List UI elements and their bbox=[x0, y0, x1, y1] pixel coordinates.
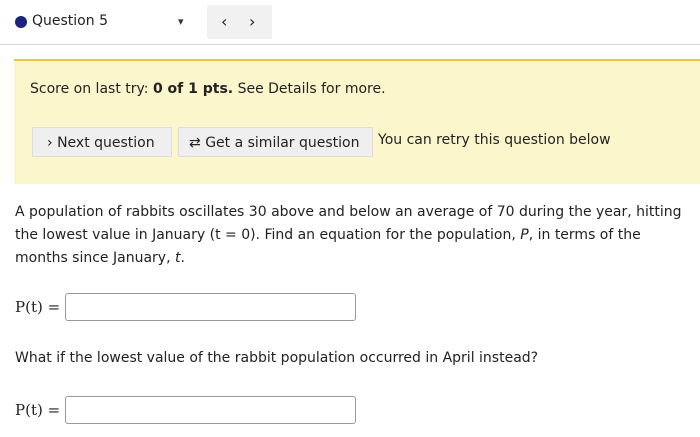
answer2-input[interactable] bbox=[65, 396, 356, 424]
chevron-right-icon: › bbox=[47, 135, 53, 151]
question-title[interactable]: Question 5 bbox=[32, 13, 108, 29]
previous-question-icon[interactable]: ‹ bbox=[221, 12, 227, 31]
problem-statement: A population of rabbits oscillates 30 ab… bbox=[15, 201, 687, 270]
similar-question-button[interactable]: ⇄ Get a similar question bbox=[178, 127, 373, 157]
question-header: Question 5 ▾ ‹ › bbox=[0, 0, 700, 45]
refresh-icon: ⇄ bbox=[189, 135, 201, 151]
next-question-button[interactable]: › Next question bbox=[32, 127, 172, 157]
question-status-dot bbox=[15, 16, 27, 28]
score-text: Score on last try: 0 of 1 pts. See Detai… bbox=[30, 81, 386, 97]
follow-up-question: What if the lowest value of the rabbit p… bbox=[15, 350, 539, 366]
question-nav: ‹ › bbox=[207, 5, 272, 39]
answer2-label: P(t) = bbox=[15, 401, 61, 419]
chevron-down-icon[interactable]: ▾ bbox=[178, 15, 184, 28]
next-question-icon[interactable]: › bbox=[249, 12, 255, 31]
score-prefix: Score on last try: bbox=[30, 81, 153, 97]
problem-var-P: P bbox=[520, 227, 529, 243]
score-suffix: See Details for more. bbox=[233, 81, 386, 97]
next-question-label: Next question bbox=[57, 135, 155, 151]
similar-question-label: Get a similar question bbox=[205, 135, 360, 151]
answer1-label: P(t) = bbox=[15, 298, 61, 316]
retry-message: You can retry this question below bbox=[378, 132, 611, 148]
answer1-input[interactable] bbox=[65, 293, 356, 321]
score-banner: Score on last try: 0 of 1 pts. See Detai… bbox=[14, 59, 700, 184]
problem-text-3: . bbox=[180, 250, 185, 266]
score-value: 0 of 1 pts. bbox=[152, 81, 234, 97]
